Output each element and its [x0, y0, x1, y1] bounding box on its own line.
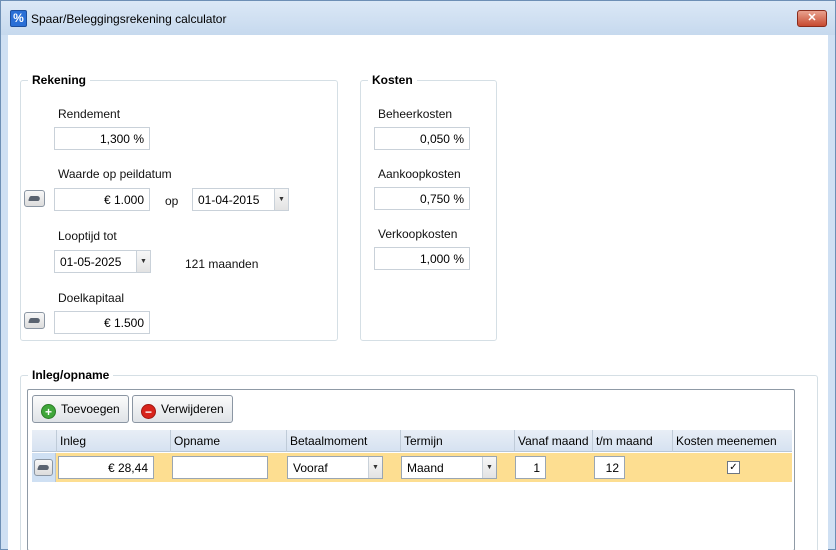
- verkoop-field[interactable]: 1,000 %: [374, 247, 470, 270]
- column-header-vanaf[interactable]: Vanaf maand: [514, 430, 592, 452]
- beheer-field[interactable]: 0,050 %: [374, 127, 470, 150]
- eraser-icon: [28, 196, 41, 201]
- column-header-termijn[interactable]: Termijn: [400, 430, 514, 452]
- verkoop-label: Verkoopkosten: [378, 227, 458, 241]
- calculator-window: % Spaar/Beleggingsrekening calculator ✕ …: [0, 0, 836, 550]
- remove-button[interactable]: − Verwijderen: [132, 395, 233, 423]
- op-label: op: [165, 194, 179, 208]
- opname-cell[interactable]: [172, 456, 268, 479]
- betaalmoment-value: Vooraf: [293, 461, 328, 475]
- termijn-value: Maand: [407, 461, 444, 475]
- window-title: Spaar/Beleggingsrekening calculator: [31, 12, 227, 26]
- kosten-group-title: Kosten: [368, 73, 417, 87]
- chevron-down-icon[interactable]: ▼: [482, 457, 496, 478]
- doelkapitaal-calc-button[interactable]: [24, 312, 45, 329]
- waarde-calc-button[interactable]: [24, 190, 45, 207]
- looptijd-label: Looptijd tot: [58, 229, 117, 243]
- looptijd-value: 01-05-2025: [60, 255, 122, 269]
- column-header-tm[interactable]: t/m maand: [592, 430, 672, 452]
- chevron-down-icon[interactable]: ▼: [368, 457, 382, 478]
- peildatum-dropdown[interactable]: 01-04-2015 ▼: [192, 188, 289, 211]
- add-button[interactable]: + Toevoegen: [32, 395, 129, 423]
- rendement-label: Rendement: [58, 107, 121, 121]
- column-header-betaalmoment[interactable]: Betaalmoment: [286, 430, 400, 452]
- beheer-label: Beheerkosten: [378, 107, 453, 121]
- eraser-icon: [28, 318, 41, 323]
- rekening-group-title: Rekening: [28, 73, 91, 87]
- aankoop-label: Aankoopkosten: [378, 167, 461, 181]
- kosten-meenemen-checkbox[interactable]: ✓: [727, 461, 740, 474]
- eraser-icon: [37, 465, 50, 470]
- row-selector[interactable]: [32, 453, 56, 482]
- vanaf-cell[interactable]: 1: [515, 456, 546, 479]
- add-button-label: Toevoegen: [61, 402, 120, 416]
- inleg-cell[interactable]: € 28,44: [58, 456, 154, 479]
- client-area: Rekening Rendement 1,300 % Waarde op pei…: [8, 35, 828, 550]
- inleg-group-title: Inleg/opname: [28, 368, 114, 382]
- rendement-field[interactable]: 1,300 %: [54, 127, 150, 150]
- waarde-field[interactable]: € 1.000: [54, 188, 150, 211]
- chevron-down-icon[interactable]: ▼: [274, 189, 288, 210]
- grid-header: Inleg Opname Betaalmoment Termijn Vanaf …: [32, 430, 792, 452]
- doelkapitaal-label: Doelkapitaal: [58, 291, 125, 305]
- column-header-kosten-meenemen[interactable]: Kosten meenemen: [672, 430, 792, 452]
- table-row[interactable]: € 28,44 Vooraf ▼ Maand ▼ 1 12 ✓: [32, 453, 792, 482]
- aankoop-field[interactable]: 0,750 %: [374, 187, 470, 210]
- maanden-text: 121 maanden: [185, 257, 259, 271]
- chevron-down-icon[interactable]: ▼: [136, 251, 150, 272]
- waarde-label: Waarde op peildatum: [58, 167, 172, 181]
- remove-button-label: Verwijderen: [161, 402, 224, 416]
- termijn-dropdown[interactable]: Maand ▼: [401, 456, 497, 479]
- plus-icon: +: [41, 404, 56, 419]
- column-header-inleg[interactable]: Inleg: [56, 430, 170, 452]
- column-header-opname[interactable]: Opname: [170, 430, 286, 452]
- row-edit-button[interactable]: [34, 459, 53, 476]
- minus-icon: −: [141, 404, 156, 419]
- app-icon: %: [10, 10, 27, 27]
- peildatum-value: 01-04-2015: [198, 193, 260, 207]
- looptijd-dropdown[interactable]: 01-05-2025 ▼: [54, 250, 151, 273]
- title-bar[interactable]: % Spaar/Beleggingsrekening calculator ✕: [1, 1, 835, 35]
- close-button[interactable]: ✕: [797, 10, 827, 27]
- tm-cell[interactable]: 12: [594, 456, 625, 479]
- inleg-grid-panel: + Toevoegen − Verwijderen Inleg Opname Bet…: [27, 389, 795, 550]
- betaalmoment-dropdown[interactable]: Vooraf ▼: [287, 456, 383, 479]
- doelkapitaal-field[interactable]: € 1.500: [54, 311, 150, 334]
